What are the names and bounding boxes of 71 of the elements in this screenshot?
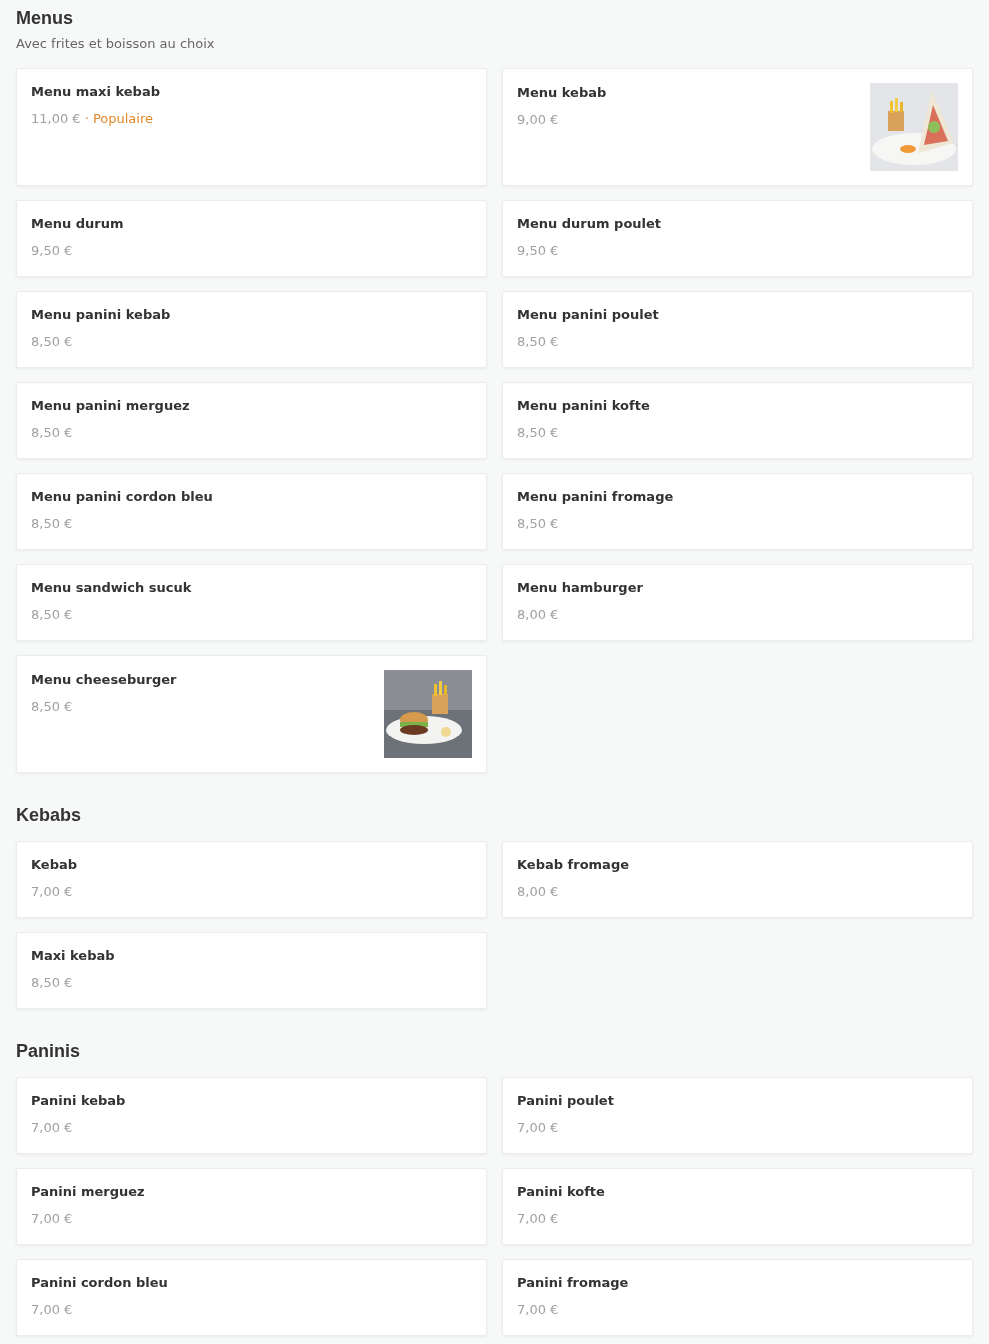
item-price: 8,00 € — [517, 606, 559, 624]
item-name: Menu panini cordon bleu — [31, 488, 213, 506]
item-name: Kebab — [31, 856, 78, 874]
menu-item-card[interactable]: Panini poulet 7,00 € — [502, 1077, 973, 1154]
menu-item-card[interactable]: Menu sandwich sucuk 8,50 € — [16, 564, 487, 641]
item-name: Panini poulet — [517, 1092, 614, 1110]
menu-item-card[interactable]: Menu maxi kebab 11,00 € · Populaire — [16, 68, 487, 186]
menu-item-card[interactable]: Menu panini fromage 8,50 € — [502, 473, 973, 550]
item-price: 8,50 € — [517, 424, 559, 442]
item-name: Menu durum — [31, 215, 124, 233]
item-price: 8,50 € — [31, 974, 73, 992]
item-name: Menu panini kebab — [31, 306, 171, 324]
menu-item-card[interactable]: Panini merguez 7,00 € — [16, 1168, 487, 1245]
item-name: Panini fromage — [517, 1274, 629, 1292]
item-price: 7,00 € — [31, 883, 73, 901]
section-title: Paninis — [16, 1040, 82, 1063]
menu-item-card[interactable]: Menu hamburger 8,00 € — [502, 564, 973, 641]
item-name: Maxi kebab — [31, 947, 115, 965]
menu-item-card[interactable]: Menu panini kebab 8,50 € — [16, 291, 487, 368]
item-name: Panini kebab — [31, 1092, 126, 1110]
item-price: 9,50 € — [31, 242, 73, 260]
item-price: 8,50 € — [31, 515, 73, 533]
item-name: Menu panini poulet — [517, 306, 659, 324]
menu-item-card[interactable]: Panini cordon bleu 7,00 € — [16, 1259, 487, 1336]
item-name: Panini merguez — [31, 1183, 145, 1201]
item-price: 7,00 € — [517, 1210, 559, 1228]
menu-item-card[interactable]: Menu durum 9,50 € — [16, 200, 487, 277]
menu-item-card[interactable]: Panini kofte 7,00 € — [502, 1168, 973, 1245]
item-name: Menu sandwich sucuk — [31, 579, 192, 597]
item-name: Kebab fromage — [517, 856, 629, 874]
menu-item-card[interactable]: Menu durum poulet 9,50 € — [502, 200, 973, 277]
item-name: Menu maxi kebab — [31, 83, 160, 101]
menu-item-card[interactable]: Menu panini poulet 8,50 € — [502, 291, 973, 368]
section-title: Kebabs — [16, 804, 83, 827]
item-price: 8,50 € — [31, 606, 73, 624]
item-name: Menu panini merguez — [31, 397, 190, 415]
item-price: 8,50 € — [31, 424, 73, 442]
menu-item-card[interactable]: Menu panini cordon bleu 8,50 € — [16, 473, 487, 550]
item-price: 7,00 € — [31, 1301, 73, 1319]
menu-item-card[interactable]: Panini kebab 7,00 € — [16, 1077, 487, 1154]
item-price: 7,00 € — [517, 1301, 559, 1319]
item-price: 8,50 € — [517, 515, 559, 533]
item-name: Panini cordon bleu — [31, 1274, 168, 1292]
menu-item-card[interactable]: Menu kebab 9,00 € — [502, 68, 973, 186]
item-price: 11,00 € — [31, 110, 81, 128]
item-price: 8,50 € — [31, 698, 73, 716]
menu-item-card[interactable]: Panini fromage 7,00 € — [502, 1259, 973, 1336]
item-name: Menu panini fromage — [517, 488, 674, 506]
item-price: 7,00 € — [31, 1210, 73, 1228]
item-price: 7,00 € — [517, 1119, 559, 1137]
item-name: Menu durum poulet — [517, 215, 662, 233]
menu-item-card[interactable]: Kebab 7,00 € — [16, 841, 487, 918]
section-subtitle: Avec frites et boisson au choix — [16, 35, 216, 53]
popular-tag: · Populaire — [84, 109, 153, 129]
menu-item-card[interactable]: Menu panini merguez 8,50 € — [16, 382, 487, 459]
section-title: Menus — [16, 7, 74, 30]
item-price: 9,50 € — [517, 242, 559, 260]
menu-item-card[interactable]: Maxi kebab 8,50 € — [16, 932, 487, 1009]
item-price: 9,00 € — [517, 111, 559, 129]
menu-item-card[interactable]: Kebab fromage 8,00 € — [502, 841, 973, 918]
menu-item-card[interactable]: Menu panini kofte 8,50 € — [502, 382, 973, 459]
item-name: Menu kebab — [517, 84, 607, 102]
menu-item-card[interactable]: Menu cheeseburger 8,50 € — [16, 655, 487, 773]
item-name: Panini kofte — [517, 1183, 605, 1201]
item-price: 8,50 € — [31, 333, 73, 351]
item-name: Menu cheeseburger — [31, 671, 177, 689]
item-name: Menu hamburger — [517, 579, 643, 597]
item-price: 7,00 € — [31, 1119, 73, 1137]
item-price: 8,50 € — [517, 333, 559, 351]
item-price: 8,00 € — [517, 883, 559, 901]
item-name: Menu panini kofte — [517, 397, 650, 415]
